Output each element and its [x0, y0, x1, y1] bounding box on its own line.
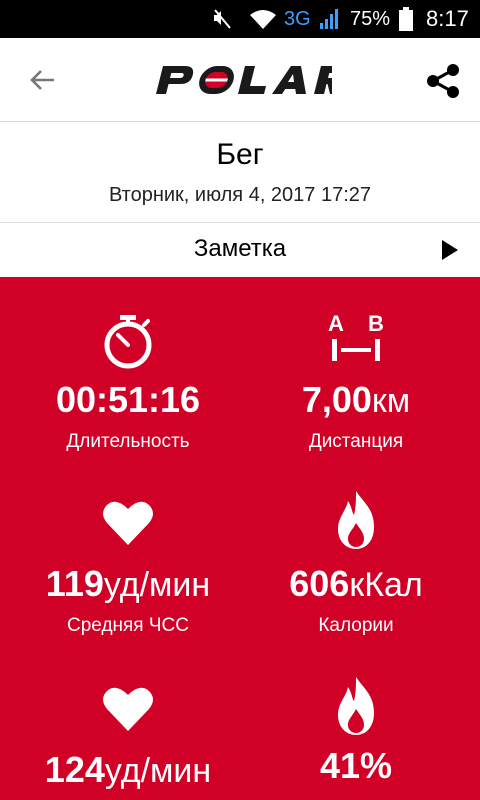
- stat-value: 7,00км: [301, 379, 411, 420]
- note-row[interactable]: Заметка: [0, 223, 480, 277]
- battery-percent: 75%: [350, 7, 391, 30]
- stat-label: Калории: [318, 615, 394, 636]
- share-icon: [427, 64, 459, 98]
- workout-datetime: Вторник, июля 4, 2017 17:27: [108, 184, 372, 206]
- back-arrow-icon: [30, 70, 54, 90]
- stat-value: 119уд/мин: [45, 563, 211, 604]
- play-arrow-icon: [442, 240, 458, 260]
- stopwatch-icon: [8, 313, 248, 373]
- stat-label: Длительность: [66, 431, 190, 452]
- app-bar: [0, 38, 480, 122]
- heart-icon: [8, 499, 248, 559]
- stats-panel: 00:51:16 Длительность A B 7,00км Дистанц…: [0, 277, 480, 800]
- flame-icon: [236, 675, 476, 735]
- status-bar: 3G 75% 8:17: [0, 0, 480, 38]
- distance-icon-letter-a: A: [328, 311, 344, 336]
- share-button[interactable]: [420, 58, 466, 104]
- flame-icon: [236, 489, 476, 549]
- battery-icon: [398, 0, 414, 38]
- signal-icon: [318, 0, 340, 38]
- stat-value: 606кКал: [289, 563, 423, 604]
- polar-logo: [152, 62, 346, 98]
- mute-icon: [212, 0, 236, 38]
- distance-icon-letter-b: B: [368, 311, 384, 336]
- back-button[interactable]: [24, 62, 60, 98]
- heart-icon: [8, 685, 248, 745]
- workout-title: Бег: [216, 138, 264, 171]
- note-label: Заметка: [193, 235, 287, 262]
- stat-label: Дистанция: [308, 431, 404, 452]
- wifi-icon: [248, 0, 278, 38]
- stat-value: 41%: [319, 745, 393, 786]
- network-type: 3G: [284, 7, 311, 30]
- clock-time: 8:17: [426, 6, 469, 31]
- stat-value: 00:51:16: [55, 379, 201, 420]
- stat-label: Средняя ЧСС: [67, 615, 189, 636]
- distance-ab-icon: A B: [236, 311, 476, 371]
- stat-value: 124уд/мин: [44, 749, 212, 790]
